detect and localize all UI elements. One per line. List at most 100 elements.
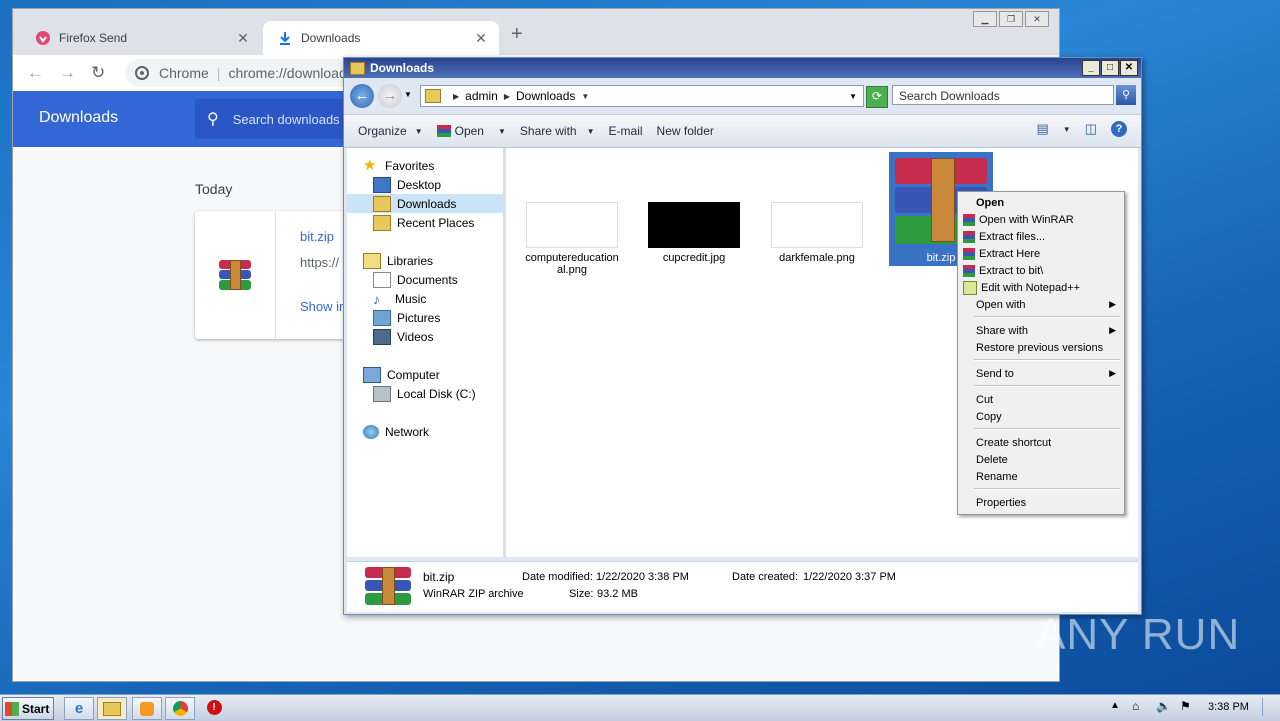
nav-recent-places[interactable]: Recent Places <box>347 213 503 232</box>
taskbar-ie[interactable]: e <box>64 697 94 720</box>
menu-item-rename[interactable]: Rename <box>960 468 1122 485</box>
reload-icon[interactable]: ↻ <box>91 63 105 83</box>
menu-item-extract-here[interactable]: Extract Here <box>960 245 1122 262</box>
chevron-down-icon[interactable]: ▼ <box>849 92 857 101</box>
history-dropdown-icon[interactable]: ▼ <box>404 90 412 99</box>
start-button[interactable]: Start <box>2 697 54 720</box>
download-url[interactable]: https:// <box>300 255 339 270</box>
winrar-icon <box>436 125 451 137</box>
date-heading: Today <box>195 181 233 197</box>
share-with-button[interactable]: Share with ▼ <box>520 124 595 138</box>
chevron-right-icon[interactable]: ▶ <box>504 92 510 101</box>
help-icon[interactable]: ? <box>1111 121 1127 137</box>
search-placeholder: Search downloads <box>232 111 340 127</box>
chevron-down-icon: ▼ <box>497 126 506 136</box>
forward-arrow-icon[interactable]: → <box>59 63 76 83</box>
breadcrumb[interactable]: ▶ admin ▶ Downloads ▼ ▼ <box>420 85 864 107</box>
file-item[interactable]: darkfemale.png <box>767 202 867 264</box>
music-icon: ♪ <box>373 290 380 307</box>
taskbar: Start e ! ▲ ⌂ 🔈 ⚑ 3:38 PM <box>0 694 1280 721</box>
taskbar-stop[interactable]: ! <box>200 697 228 718</box>
menu-item-open-with[interactable]: Open with ▶ <box>960 296 1122 313</box>
nav-documents[interactable]: Documents <box>347 270 503 289</box>
menu-item-properties[interactable]: Properties <box>960 494 1122 511</box>
preview-pane-icon[interactable]: ◫ <box>1085 121 1097 137</box>
winrar-icon <box>963 247 975 260</box>
menu-item-extract-to[interactable]: Extract to bit\ <box>960 262 1122 279</box>
minimize-icon[interactable]: ▁ <box>973 11 997 27</box>
search-icon: ⚲ <box>207 111 219 128</box>
title-bar[interactable]: Downloads _ □ ✕ <box>344 58 1141 78</box>
maximize-icon[interactable]: □ <box>1101 60 1119 76</box>
close-icon[interactable]: ✕ <box>1120 60 1138 76</box>
chevron-right-icon[interactable]: ▶ <box>453 92 459 101</box>
open-button[interactable]: Open ▼ <box>436 124 506 138</box>
organize-button[interactable]: Organize ▼ <box>358 124 423 138</box>
menu-item-copy[interactable]: Copy <box>960 408 1122 425</box>
refresh-icon[interactable]: ⟳ <box>866 86 888 108</box>
menu-item-send-to[interactable]: Send to ▶ <box>960 365 1122 382</box>
new-folder-button[interactable]: New folder <box>657 124 714 138</box>
chevron-down-icon[interactable]: ▼ <box>1063 125 1071 134</box>
nav-downloads[interactable]: Downloads <box>347 194 503 213</box>
taskbar-chrome[interactable] <box>165 697 195 720</box>
show-desktop-button[interactable] <box>1262 698 1277 716</box>
search-input[interactable]: Search Downloads <box>892 85 1114 105</box>
tab-downloads[interactable]: Downloads ✕ <box>263 21 499 55</box>
menu-item-cut[interactable]: Cut <box>960 391 1122 408</box>
file-item[interactable]: cupcredit.jpg <box>644 202 744 264</box>
chevron-right-icon[interactable]: ▼ <box>581 92 589 101</box>
nav-computer[interactable]: Computer <box>363 365 519 384</box>
network-icon <box>363 424 379 439</box>
menu-item-open-with-winrar[interactable]: Open with WinRAR <box>960 211 1122 228</box>
volume-icon[interactable]: 🔈 <box>1156 699 1171 713</box>
winrar-icon <box>963 264 975 277</box>
breadcrumb-item[interactable]: Downloads <box>516 89 575 103</box>
clock[interactable]: 3:38 PM <box>1208 701 1249 713</box>
nav-music[interactable]: ♪ Music <box>347 289 503 308</box>
nav-videos[interactable]: Videos <box>347 327 503 346</box>
forward-arrow-icon[interactable]: → <box>378 84 402 108</box>
nav-favorites[interactable]: ★ Favorites <box>363 156 519 175</box>
detail-type: WinRAR ZIP archive <box>423 588 524 600</box>
new-tab-button[interactable]: + <box>511 23 523 46</box>
firefox-send-icon <box>35 30 51 46</box>
close-tab-icon[interactable]: ✕ <box>471 30 491 47</box>
nav-desktop[interactable]: Desktop <box>347 175 503 194</box>
back-arrow-icon[interactable]: ← <box>27 63 44 83</box>
menu-label: Delete <box>976 453 1008 466</box>
maximize-icon[interactable]: ❐ <box>999 11 1023 27</box>
taskbar-media-player[interactable] <box>132 697 162 720</box>
minimize-icon[interactable]: _ <box>1082 60 1100 76</box>
downloads-folder-icon <box>373 195 391 212</box>
taskbar-explorer[interactable] <box>97 697 127 720</box>
menu-item-extract-files[interactable]: Extract files... <box>960 228 1122 245</box>
nav-pictures[interactable]: Pictures <box>347 308 503 327</box>
search-icon[interactable]: ⚲ <box>1116 85 1136 105</box>
menu-item-open[interactable]: Open <box>960 194 1122 211</box>
menu-item-restore-previous[interactable]: Restore previous versions <box>960 339 1122 356</box>
divider: | <box>216 65 221 81</box>
nav-network[interactable]: Network <box>363 422 519 441</box>
menu-item-edit-notepadpp[interactable]: Edit with Notepad++ <box>960 279 1122 296</box>
share-with-label: Share with <box>519 124 577 138</box>
file-item[interactable]: computereducation al.png <box>522 202 622 276</box>
network-tray-icon[interactable]: ⌂ <box>1132 699 1139 713</box>
show-hidden-icons[interactable]: ▲ <box>1110 700 1120 711</box>
breadcrumb-item[interactable]: admin <box>465 89 498 103</box>
menu-label: Open <box>976 196 1005 209</box>
email-button[interactable]: E-mail <box>609 124 643 138</box>
image-thumbnail <box>526 202 618 248</box>
action-center-flag-icon[interactable]: ⚑ <box>1180 699 1191 713</box>
download-filename-link[interactable]: bit.zip <box>300 229 334 244</box>
menu-item-delete[interactable]: Delete <box>960 451 1122 468</box>
menu-item-create-shortcut[interactable]: Create shortcut <box>960 434 1122 451</box>
close-tab-icon[interactable]: ✕ <box>233 30 253 47</box>
back-arrow-icon[interactable]: ← <box>350 84 374 108</box>
close-icon[interactable]: ✕ <box>1025 11 1049 27</box>
tab-firefox-send[interactable]: Firefox Send ✕ <box>21 21 261 55</box>
nav-local-disk[interactable]: Local Disk (C:) <box>347 384 503 403</box>
view-icon[interactable]: ▤ <box>1036 121 1048 137</box>
nav-libraries[interactable]: Libraries <box>363 251 519 270</box>
menu-item-share-with[interactable]: Share with ▶ <box>960 322 1122 339</box>
